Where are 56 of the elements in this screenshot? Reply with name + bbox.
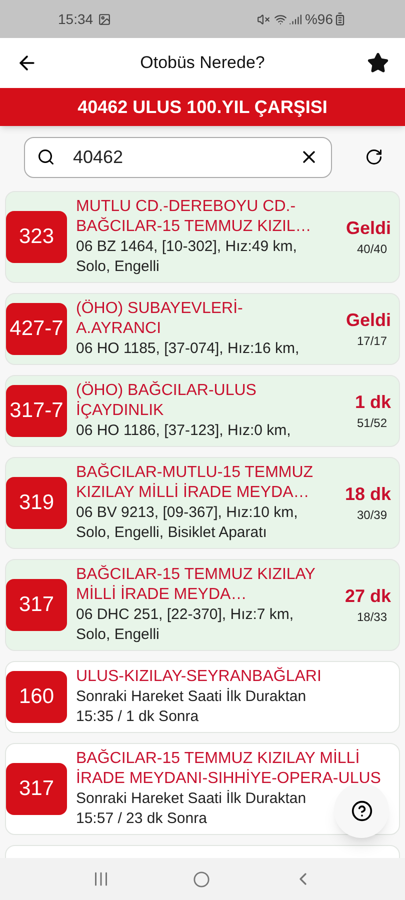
arrival-card[interactable]: 160 ULUS-KIZILAY-SEYRANBAĞLARI Sonraki Hareket Saati İlk Duraktan 15:35 / 1 dk Sonra [5, 661, 400, 733]
route-name: (ÖHO) SUBAYEVLERİ-A.AYRANCI [76, 299, 244, 339]
line-number-badge: 160 [6, 671, 67, 723]
stop-count: 51/52 [356, 415, 387, 432]
app-title: Otobüs Nerede? [139, 52, 266, 74]
refresh-button[interactable] [365, 148, 383, 166]
line-number-badge: 319 [6, 477, 67, 529]
search-field[interactable]: 40462 [73, 144, 299, 170]
departure-time: 15:57 / 23 dk Sonra [76, 809, 207, 829]
favorite-button[interactable] [367, 52, 389, 74]
arrival-time: 27 dk [344, 585, 391, 608]
departure-time: 15:35 / 1 dk Sonra [76, 707, 199, 727]
vehicle-info: 06 DHC 251, [22-370], Hız:7 km, Solo, Engelli [76, 605, 295, 645]
arrival-card[interactable]: 317 BAĞCILAR-15 TEMMUZ KIZILAY MİLLİ İRADE MEYDANI-SIHHİYE-OPERA-ULUS Sonraki Hareket Saati İlk Duraktan 15:57 / 23 dk Sonra [5, 743, 400, 835]
line-number-badge: 323 [6, 211, 67, 263]
vehicle-info: Sonraki Hareket Saati İlk Duraktan [76, 687, 306, 707]
line-number-badge: 427-7 [6, 303, 67, 355]
route-name: ULUS-KIZILAY-SEYRANBAĞLARI [76, 667, 322, 687]
help-icon [350, 800, 372, 822]
route-name: MUTLU CD.-DEREBOYU CD.-BAĞCILAR-15 TEMMUZ KIZIL… [76, 197, 312, 237]
search-icon [37, 148, 55, 166]
arrival-time: 18 dk [344, 483, 391, 506]
vehicle-info: 06 BV 9213, [09-367], Hız:10 km, Solo, Engelli, Bisiklet Aparatı [76, 503, 299, 543]
home-icon[interactable] [192, 870, 210, 888]
stop-banner: 40462 ULUS 100.YIL ÇARŞISI [0, 88, 405, 126]
stop-count: 17/17 [356, 333, 387, 350]
image-icon [98, 12, 112, 26]
stop-count: 18/33 [356, 609, 387, 626]
line-number-badge: 317 [6, 763, 67, 815]
signal-icon [288, 12, 302, 26]
wifi-icon [274, 12, 287, 26]
search-bar[interactable]: 40462 [24, 136, 332, 178]
line-number-badge: 317-7 [6, 385, 67, 437]
vehicle-info: 06 BZ 1464, [10-302], Hız:49 km, Solo, Engelli [76, 237, 298, 277]
stop-count: 30/39 [356, 507, 387, 524]
arrival-time: Geldi [346, 309, 391, 332]
route-name: BAĞCILAR-MUTLU-15 TEMMUZ KIZILAY MİLLİ İRADE MEYDA… [76, 463, 314, 503]
arrival-card[interactable]: 323 MUTLU CD.-DEREBOYU CD.-BAĞCILAR-15 TEMMUZ KIZIL… 06 BZ 1464, [10-302], Hız:49 km, Solo, Engelli Geldi 40/40 [5, 191, 400, 283]
route-name: BAĞCILAR-15 TEMMUZ KIZILAY MİLLİ İRADE MEYDA… [76, 565, 316, 605]
stop-count: 40/40 [356, 241, 387, 258]
mute-icon [256, 12, 270, 26]
arrival-card[interactable]: 427-7 (ÖHO) SUBAYEVLERİ-A.AYRANCI 06 HO 1185, [37-074], Hız:16 km, Geldi 17/17 [5, 293, 400, 365]
route-name: (ÖHO) BAĞCILAR-ULUS İÇAYDINLIK [76, 381, 258, 421]
arrival-time: 1 dk [354, 391, 391, 414]
arrival-card[interactable]: 317 BAĞCILAR-15 TEMMUZ KIZILAY MİLLİ İRADE MEYDA… 06 DHC 251, [22-370], Hız:7 km, Solo, Engelli 27 dk 18/33 [5, 559, 400, 651]
arrival-card[interactable]: 317-7 (ÖHO) BAĞCILAR-ULUS İÇAYDINLIK 06 HO 1186, [37-123], Hız:0 km, 1 dk 51/52 [5, 375, 400, 447]
arrival-card[interactable]: 319 BAĞCILAR-MUTLU-15 TEMMUZ KIZILAY MİLLİ İRADE MEYDA… 06 BV 9213, [09-367], Hız:10 km, Solo, Engelli, Bisiklet Aparatı 18 dk 30/39 [5, 457, 400, 549]
vehicle-info: 06 HO 1185, [37-074], Hız:16 km, [76, 339, 300, 359]
vehicle-info: 06 HO 1186, [37-123], Hız:0 km, [76, 421, 291, 441]
vehicle-info: Sonraki Hareket Saati İlk Duraktan [76, 789, 306, 809]
status-time: 15:34 [58, 10, 94, 28]
line-number-badge: 317 [6, 579, 67, 631]
battery-percent: %96 [304, 10, 333, 28]
arrival-time: Geldi [346, 217, 391, 240]
battery-icon [333, 12, 347, 26]
route-name: BAĞCILAR-15 TEMMUZ KIZILAY MİLLİ İRADE MEYDANI-SIHHİYE-OPERA-ULUS [76, 749, 382, 789]
